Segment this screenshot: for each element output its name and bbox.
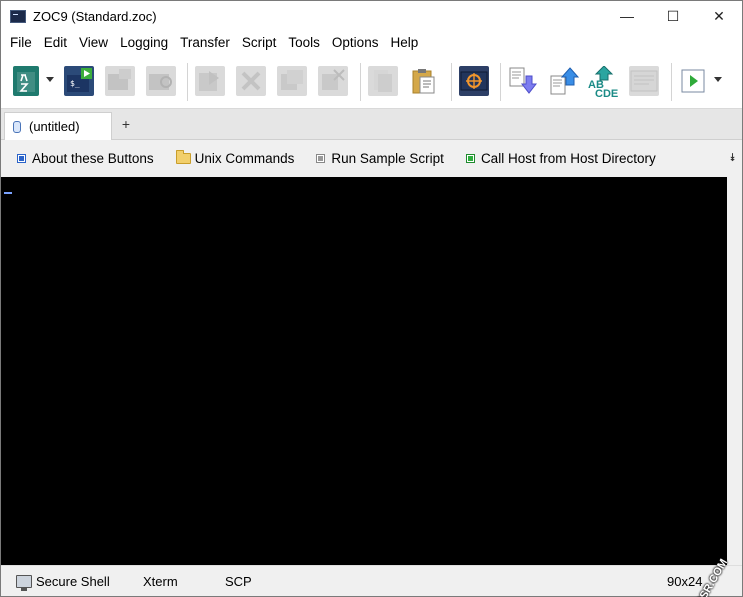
screen-icon	[630, 70, 658, 92]
paste-button[interactable]	[409, 66, 439, 96]
green-square-icon	[465, 154, 475, 163]
add-tab-button[interactable]: +	[119, 116, 133, 132]
translation-button[interactable]: AB CDE	[587, 65, 621, 100]
close-session-button[interactable]	[318, 66, 348, 96]
run-script-button[interactable]	[681, 66, 707, 96]
folder-icon	[175, 150, 191, 164]
close-button[interactable]: ✕	[696, 1, 742, 31]
send-file-icon	[199, 71, 219, 91]
tab-label: (untitled)	[29, 119, 80, 134]
run-sample-script-button[interactable]: Run Sample Script	[316, 151, 444, 166]
menu-script[interactable]: Script	[236, 31, 283, 55]
menu-tools[interactable]: Tools	[282, 31, 326, 55]
run-sample-script-label: Run Sample Script	[331, 151, 444, 166]
status-emulation[interactable]: Xterm	[143, 574, 225, 589]
user-button-bar: About these Buttons Unix Commands Run Sa…	[1, 140, 742, 177]
upload-button[interactable]	[549, 66, 580, 96]
paste-icon	[412, 69, 435, 94]
gray-square-icon	[316, 154, 326, 163]
unix-commands-button[interactable]: Unix Commands	[175, 150, 295, 166]
menu-bar: File Edit View Logging Transfer Script T…	[1, 31, 742, 55]
run-script-dropdown-icon[interactable]	[714, 77, 722, 82]
menu-edit[interactable]: Edit	[38, 31, 73, 55]
maximize-button[interactable]: ☐	[650, 1, 696, 31]
host-directory-dropdown-icon[interactable]	[46, 77, 54, 82]
upload-icon	[550, 67, 580, 95]
vertical-scrollbar[interactable]	[727, 177, 742, 565]
tab-bar: (untitled) +	[1, 109, 742, 140]
menu-options[interactable]: Options	[326, 31, 385, 55]
button-bar-overflow-icon[interactable]: ⯯	[729, 152, 736, 165]
terminal-cursor	[4, 192, 12, 194]
quick-connect-button[interactable]: $_	[64, 66, 94, 96]
quick-connect-icon: $_	[67, 68, 92, 92]
app-window: ZOC9 (Standard.zoc) — ☐ ✕ File Edit View…	[0, 0, 743, 597]
run-script-icon	[681, 69, 705, 93]
tab-untitled[interactable]: (untitled)	[4, 112, 112, 140]
send-file-button[interactable]	[195, 66, 225, 96]
copy-icon	[281, 70, 303, 90]
status-protocol[interactable]: Secure Shell	[36, 574, 143, 589]
status-terminal-size: 90x24	[667, 573, 703, 589]
menu-file[interactable]: File	[4, 31, 38, 55]
host-directory-icon	[17, 72, 35, 92]
capture-button[interactable]	[459, 66, 489, 96]
notes-button[interactable]	[368, 66, 398, 96]
svg-text:CDE: CDE	[595, 88, 618, 98]
translation-icon: ABCDE	[588, 65, 618, 100]
disconnect-icon	[241, 71, 261, 91]
menu-help[interactable]: Help	[384, 31, 424, 55]
monitor-icon	[16, 574, 32, 591]
notes-icon	[374, 70, 392, 92]
about-buttons-label: About these Buttons	[32, 151, 154, 166]
svg-text:$_: $_	[70, 79, 80, 88]
menu-view[interactable]: View	[73, 31, 114, 55]
title-bar: ZOC9 (Standard.zoc) — ☐ ✕	[1, 1, 742, 31]
new-session-button[interactable]	[105, 66, 135, 96]
new-session-icon	[108, 69, 131, 90]
screen-button[interactable]	[629, 66, 659, 96]
download-icon	[509, 67, 538, 94]
about-buttons-button[interactable]: About these Buttons	[17, 151, 154, 166]
app-icon	[10, 9, 26, 23]
status-bar: Secure Shell Xterm SCP 90x24	[1, 565, 742, 596]
minimize-button[interactable]: —	[604, 1, 650, 31]
blue-square-icon	[17, 154, 26, 163]
reconnect-button[interactable]	[146, 66, 176, 96]
menu-logging[interactable]: Logging	[114, 31, 174, 55]
host-directory-button[interactable]	[13, 66, 39, 96]
menu-transfer[interactable]: Transfer	[174, 31, 236, 55]
disconnect-button[interactable]	[236, 66, 266, 96]
close-session-icon	[322, 69, 345, 90]
window-controls: — ☐ ✕	[604, 1, 742, 31]
terminal-screen[interactable]	[1, 177, 727, 565]
call-host-label: Call Host from Host Directory	[480, 151, 656, 166]
window-title: ZOC9 (Standard.zoc)	[33, 8, 157, 24]
capture-icon	[460, 71, 488, 91]
call-host-button[interactable]: Call Host from Host Directory	[465, 151, 656, 166]
unix-commands-label: Unix Commands	[194, 151, 295, 166]
reconnect-icon	[149, 74, 172, 90]
session-icon	[13, 120, 21, 133]
status-transfer[interactable]: SCP	[225, 574, 252, 589]
download-button[interactable]	[508, 66, 538, 96]
copy-button[interactable]	[277, 66, 307, 96]
toolbar: $_ AB CDE	[1, 55, 742, 109]
